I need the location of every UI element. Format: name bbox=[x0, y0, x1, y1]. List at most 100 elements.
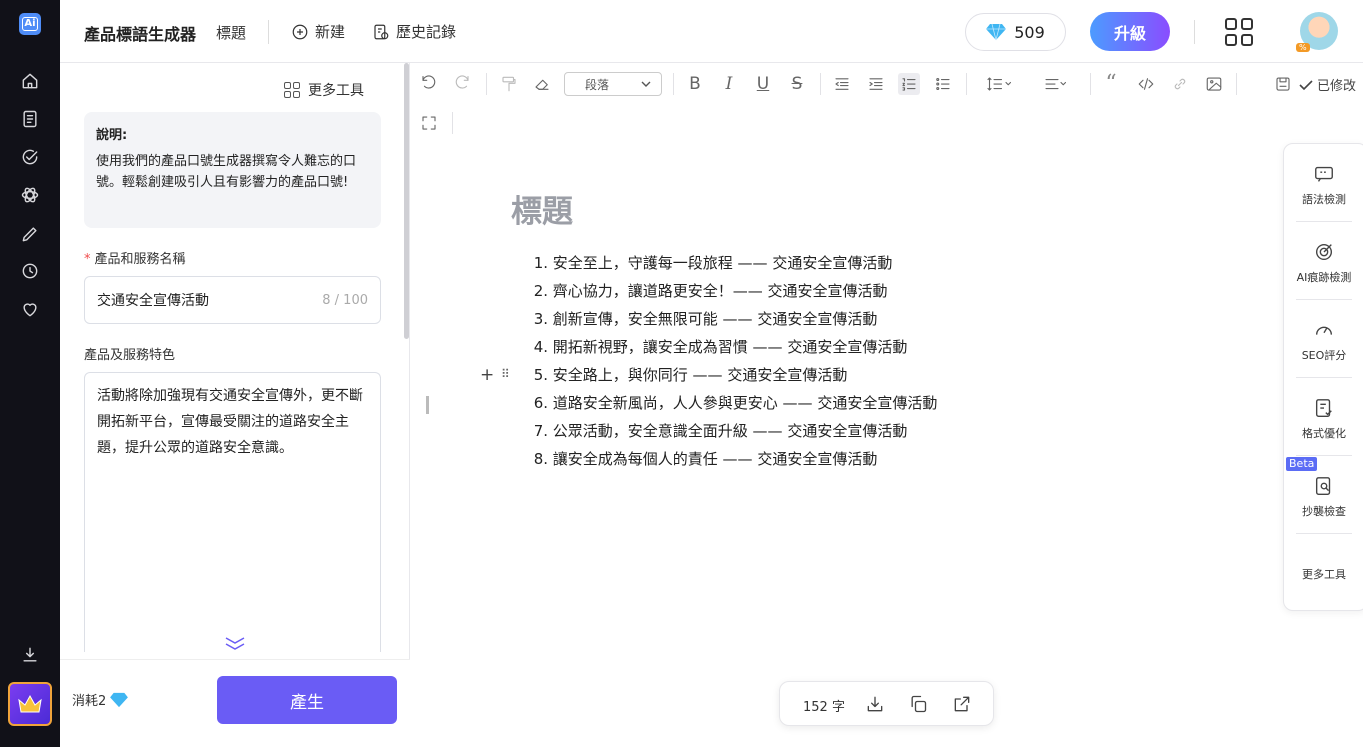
add-block-icon[interactable]: + bbox=[480, 365, 494, 385]
char-counter: 8 / 100 bbox=[322, 292, 368, 308]
generate-button[interactable]: 產生 bbox=[217, 676, 397, 724]
product-name-label-text: 產品和服務名稱 bbox=[94, 252, 186, 267]
panel-resize-handle[interactable] bbox=[426, 396, 429, 414]
chevron-down-icon bbox=[641, 81, 651, 87]
external-link-icon[interactable] bbox=[952, 694, 972, 714]
more-tools-side-button[interactable]: 更多工具 bbox=[1284, 566, 1363, 582]
divider bbox=[1194, 20, 1195, 44]
product-name-label: * 產品和服務名稱 bbox=[84, 248, 186, 267]
save-status-label: 已修改 bbox=[1317, 79, 1357, 94]
save-icon[interactable] bbox=[1272, 73, 1294, 95]
toolbar-divider bbox=[1090, 73, 1091, 95]
avatar[interactable]: % bbox=[1296, 12, 1338, 52]
credits-badge[interactable]: 509 bbox=[965, 13, 1066, 51]
copy-icon[interactable] bbox=[908, 694, 928, 714]
grid-icon bbox=[284, 82, 300, 98]
drag-handle-icon[interactable]: ⠿ bbox=[501, 367, 510, 381]
format-optimize-button[interactable]: 格式優化 bbox=[1284, 397, 1363, 441]
list-item[interactable]: 7. 公眾活動，安全意識全面升級 —— 交通安全宣傳活動 bbox=[530, 417, 937, 445]
list-item[interactable]: 8. 讓安全成為每個人的責任 —— 交通安全宣傳活動 bbox=[530, 445, 937, 473]
new-label: 新建 bbox=[315, 23, 346, 41]
outdent-icon[interactable] bbox=[831, 73, 853, 95]
home-icon[interactable] bbox=[19, 70, 41, 92]
list-item[interactable]: 6. 道路安全新風尚，人人參與更安心 —— 交通安全宣傳活動 bbox=[530, 389, 938, 417]
divider bbox=[1296, 299, 1352, 300]
quote-icon[interactable]: “ bbox=[1100, 73, 1122, 95]
item-number: 3. bbox=[533, 310, 548, 328]
more-tools-button[interactable]: 更多工具 bbox=[284, 80, 364, 100]
toolbar-divider bbox=[966, 73, 967, 95]
format-painter-icon[interactable] bbox=[498, 73, 520, 95]
history-icon[interactable] bbox=[19, 260, 41, 282]
app-logo-icon[interactable]: Ai bbox=[19, 13, 41, 35]
list-item[interactable]: 2. 齊心協力，讓道路更安全！—— 交通安全宣傳活動 bbox=[530, 277, 937, 305]
redo-icon[interactable] bbox=[451, 73, 473, 95]
document-title[interactable]: 標題 bbox=[216, 22, 246, 43]
toolbar-divider bbox=[452, 112, 453, 134]
paragraph-select[interactable]: 段落 bbox=[564, 72, 662, 96]
bold-icon[interactable]: B bbox=[684, 73, 706, 95]
item-text: 創新宣傳，安全無限可能 —— 交通安全宣傳活動 bbox=[552, 310, 878, 328]
more-tools-side-label: 更多工具 bbox=[1302, 568, 1346, 581]
history-doc-icon bbox=[374, 24, 389, 39]
new-button[interactable]: 新建 bbox=[291, 21, 345, 42]
check-circle-icon[interactable] bbox=[19, 146, 41, 168]
description-title: 說明: bbox=[96, 128, 128, 143]
image-icon[interactable] bbox=[1203, 73, 1225, 95]
item-number: 6. bbox=[533, 394, 548, 412]
apps-grid-icon[interactable] bbox=[1225, 18, 1253, 46]
line-height-icon[interactable] bbox=[982, 73, 1018, 95]
indent-icon[interactable] bbox=[865, 73, 887, 95]
list-item[interactable]: 5. 安全路上，與你同行 —— 交通安全宣傳活動 bbox=[530, 361, 937, 389]
underline-icon[interactable]: U bbox=[752, 73, 774, 95]
download-app-icon[interactable] bbox=[19, 644, 41, 666]
diamond-icon bbox=[110, 692, 129, 707]
list-item[interactable]: 1. 安全至上，守護每一段旅程 —— 交通安全宣傳活動 bbox=[530, 249, 937, 277]
item-number: 4. bbox=[533, 338, 548, 356]
fullscreen-icon[interactable] bbox=[418, 112, 440, 134]
upgrade-button[interactable]: 升級 bbox=[1090, 12, 1170, 51]
chevron-double-down-icon[interactable] bbox=[223, 635, 247, 651]
word-count: 152 字 bbox=[803, 700, 845, 715]
link-icon[interactable] bbox=[1169, 73, 1191, 95]
format-icon bbox=[1315, 399, 1332, 417]
item-text: 安全路上，與你同行 —— 交通安全宣傳活動 bbox=[552, 366, 848, 384]
align-icon[interactable] bbox=[1040, 73, 1076, 95]
download-icon[interactable] bbox=[865, 694, 885, 714]
description-text: 使用我們的產品口號生成器撰寫令人難忘的口號。輕鬆創建吸引人且有影響力的產品口號! bbox=[96, 154, 357, 190]
slogan-list: 1. 安全至上，守護每一段旅程 —— 交通安全宣傳活動 2. 齊心協力，讓道路更… bbox=[530, 249, 938, 473]
pencil-icon[interactable] bbox=[19, 223, 41, 245]
toolbar-divider bbox=[1236, 73, 1237, 95]
bullet-list-icon[interactable] bbox=[932, 73, 954, 95]
form-scrollbar[interactable] bbox=[404, 63, 409, 339]
ai-trace-check-button[interactable]: AI痕跡檢測 bbox=[1284, 241, 1363, 285]
code-icon[interactable] bbox=[1135, 73, 1157, 95]
history-button[interactable]: 歷史記錄 bbox=[372, 21, 456, 42]
item-text: 開拓新視野，讓安全成為習慣 —— 交通安全宣傳活動 bbox=[552, 338, 908, 356]
features-textarea[interactable]: 活動將除加強現有交通安全宣傳外，更不斷開拓新平台，宣傳最受關注的道路安全主題，提… bbox=[84, 372, 381, 652]
required-marker: * bbox=[84, 252, 91, 267]
editor-area[interactable]: 標題 + ⠿ 1. 安全至上，守護每一段旅程 —— 交通安全宣傳活動 2. 齊心… bbox=[410, 141, 1280, 681]
seo-score-button[interactable]: SEO評分 bbox=[1284, 319, 1363, 363]
grammar-label: 語法檢測 bbox=[1302, 193, 1346, 206]
product-name-input[interactable]: 交通安全宣傳活動 8 / 100 bbox=[84, 276, 381, 324]
format-label: 格式優化 bbox=[1302, 427, 1346, 440]
item-number: 8. bbox=[533, 450, 548, 468]
check-icon bbox=[1299, 79, 1313, 90]
eraser-icon[interactable] bbox=[531, 73, 553, 95]
document-icon[interactable] bbox=[19, 108, 41, 130]
undo-icon[interactable] bbox=[418, 73, 440, 95]
italic-icon[interactable]: I bbox=[718, 73, 740, 95]
plagiarism-check-button[interactable]: 抄襲檢查 bbox=[1284, 475, 1363, 519]
divider bbox=[1296, 533, 1352, 534]
crown-premium-icon[interactable] bbox=[8, 682, 52, 726]
grammar-check-button[interactable]: 語法檢測 bbox=[1284, 163, 1363, 207]
editor-heading[interactable]: 標題 bbox=[511, 186, 573, 231]
heart-icon[interactable] bbox=[19, 298, 41, 320]
top-bar: 產品標語生成器 標題 新建 歷史記錄 509 升級 % bbox=[60, 0, 1363, 63]
ordered-list-icon[interactable] bbox=[898, 73, 920, 95]
strikethrough-icon[interactable]: S bbox=[786, 73, 808, 95]
list-item[interactable]: 4. 開拓新視野，讓安全成為習慣 —— 交通安全宣傳活動 bbox=[530, 333, 937, 361]
list-item[interactable]: 3. 創新宣傳，安全無限可能 —— 交通安全宣傳活動 bbox=[530, 305, 937, 333]
atom-icon[interactable] bbox=[19, 184, 41, 206]
